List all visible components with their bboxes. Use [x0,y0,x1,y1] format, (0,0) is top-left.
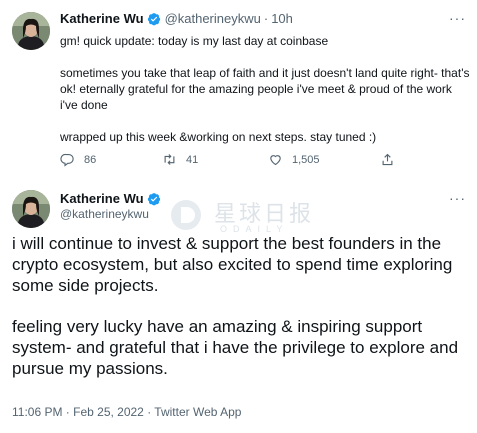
author-handle[interactable]: @katherineykwu [60,207,149,221]
retweet-icon [164,154,175,165]
avatar[interactable] [12,12,50,50]
tweet-text: gm! quick update: today is my last day a… [60,33,470,161]
more-icon[interactable]: ··· [449,10,466,26]
like-icon [270,155,281,166]
tweet-header: Katherine Wu @katherineykwu · 10h [60,11,293,26]
like-count: 1,505 [292,153,320,166]
tweet-paragraph: sometimes you take that leap of faith an… [60,66,470,112]
like-button[interactable]: 1,505 [268,152,320,167]
verified-badge-icon [147,12,161,26]
author-name[interactable]: Katherine Wu [60,191,144,206]
tweet-timestamp[interactable]: 11:06 PM · Feb 25, 2022 · Twitter Web Ap… [12,405,241,419]
tweet-preview[interactable]: Katherine Wu @katherineykwu · 10h ··· gm… [0,0,477,175]
tweet-actions: 86 41 1,505 [60,152,420,170]
author-name-row: Katherine Wu [60,191,165,206]
verified-badge-icon [147,192,161,206]
reply-count: 86 [84,153,97,166]
avatar[interactable] [12,190,50,228]
share-icon [382,153,393,166]
author-name[interactable]: Katherine Wu [60,11,144,26]
author-handle[interactable]: @katherineykwu [165,11,261,26]
tweet-paragraph: feeling very lucky have an amazing & ins… [12,317,459,378]
tweet-paragraph: wrapped up this week &working on next st… [60,130,377,144]
retweet-count: 41 [186,153,199,166]
separator-dot: · [263,11,269,26]
tweet-text: i will continue to invest & support the … [12,233,472,399]
odaily-logo-icon [171,200,201,230]
timestamp-text[interactable]: 11:06 PM · Feb 25, 2022 · Twitter Web Ap… [12,405,241,419]
reply-icon [60,153,74,167]
retweet-button[interactable]: 41 [162,152,198,167]
more-icon[interactable]: ··· [449,190,466,206]
tweet-detail: Katherine Wu @katherineykwu ··· 星球日报 ODA… [0,176,477,433]
share-button[interactable] [380,152,404,167]
reply-button[interactable]: 86 [60,152,96,167]
tweet-paragraph: i will continue to invest & support the … [12,234,453,295]
tweet-time[interactable]: 10h [271,11,293,26]
tweet-paragraph: gm! quick update: today is my last day a… [60,34,329,48]
